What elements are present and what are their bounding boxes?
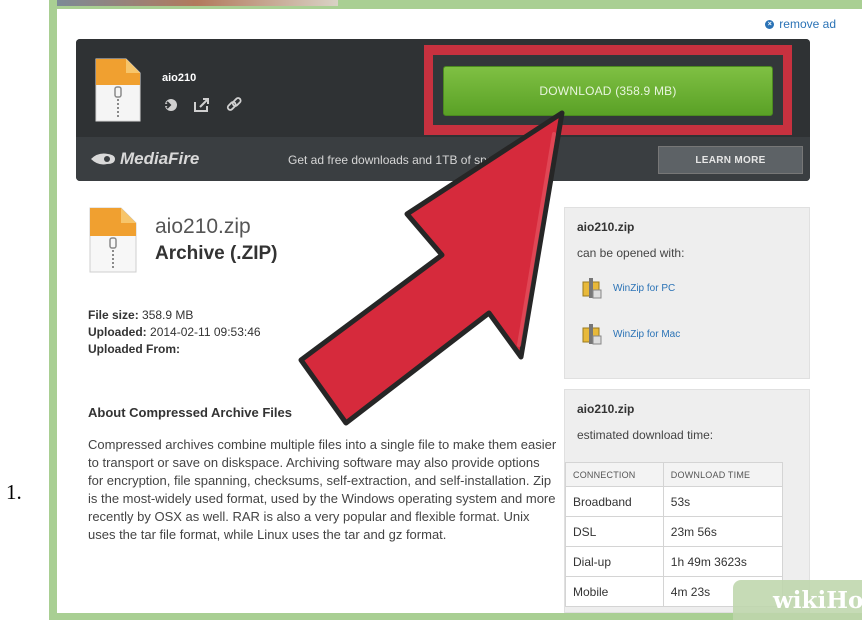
list-marker: 1. [6,480,22,504]
watermark-wiki: wiki [773,586,827,614]
wikihow-watermark: wikiHow [733,580,862,620]
red-pointer-arrow-icon [298,110,565,426]
screenshot-frame: × remove ad aio210 DOWNLOAD (358.9 MB) M… [49,0,862,620]
watermark-how: How [826,586,862,614]
